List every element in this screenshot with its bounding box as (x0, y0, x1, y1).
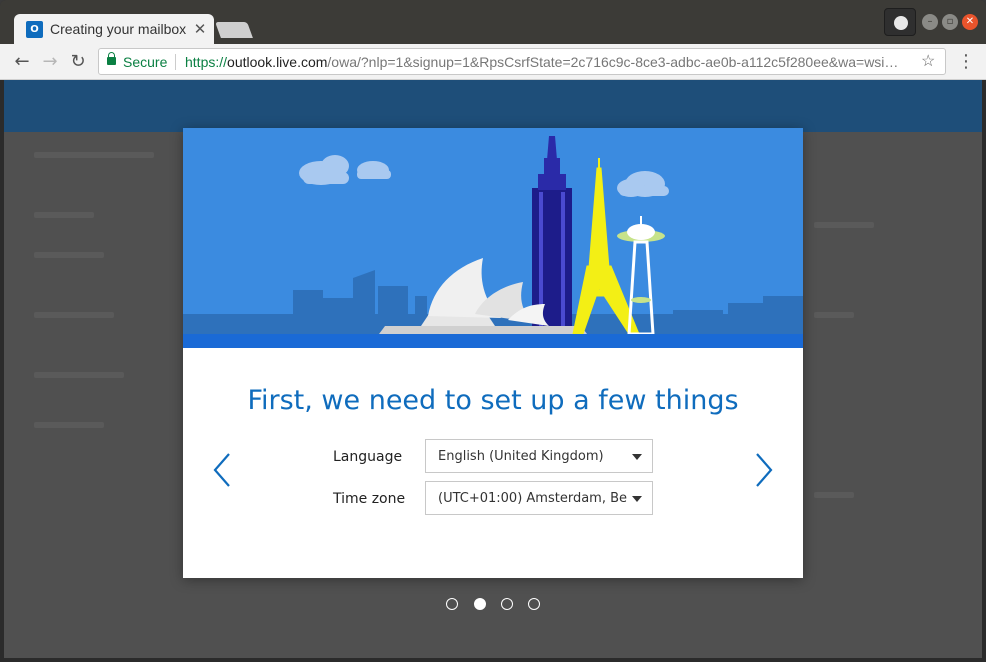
url-text: https://outlook.live.com/owa/?nlp=1&sign… (185, 54, 915, 70)
placeholder-line (814, 492, 854, 498)
placeholder-line (814, 222, 874, 228)
tab-close-icon[interactable]: ✕ (192, 20, 208, 38)
browser-window: O Creating your mailbox ✕ – ▫ ✕ ← → ↻ Se… (0, 0, 986, 662)
language-value: English (United Kingdom) (438, 449, 604, 464)
placeholder-line (34, 372, 124, 378)
outlook-favicon-icon: O (26, 21, 43, 38)
chevron-down-icon (632, 454, 642, 460)
dialog-headline: First, we need to set up a few things (247, 385, 739, 416)
profile-button[interactable] (884, 8, 916, 36)
pager-dot-3[interactable] (501, 598, 513, 610)
browser-toolbar: ← → ↻ Secure https://outlook.live.com/ow… (0, 44, 986, 80)
back-arrow-icon[interactable]: ← (10, 50, 34, 74)
setup-dialog: First, we need to set up a few things La… (183, 128, 803, 578)
language-select[interactable]: English (United Kingdom) (425, 439, 653, 473)
secure-label: Secure (123, 54, 168, 70)
timezone-label: Time zone (333, 491, 406, 507)
url-path: /owa/?nlp=1&signup=1&RpsCsrfState=2c716c… (327, 54, 899, 70)
browser-menu-icon[interactable]: ⋮ (954, 50, 978, 74)
placeholder-line (34, 252, 104, 258)
timezone-select[interactable]: (UTC+01:00) Amsterdam, Be... (425, 481, 653, 515)
url-scheme: https:// (185, 54, 228, 70)
pager-dot-1[interactable] (446, 598, 458, 610)
new-tab-button[interactable] (215, 22, 253, 38)
window-maximize-button[interactable]: ▫ (942, 14, 958, 30)
address-separator (175, 54, 176, 70)
pager-dot-2[interactable] (474, 598, 486, 610)
url-host: outlook.live.com (227, 54, 328, 70)
bookmark-star-icon[interactable]: ☆ (921, 51, 935, 71)
tab-title: Creating your mailbox (50, 21, 187, 37)
pager-dot-4[interactable] (528, 598, 540, 610)
lock-icon (107, 52, 116, 65)
window-minimize-button[interactable]: – (922, 14, 938, 30)
address-bar[interactable]: Secure https://outlook.live.com/owa/?nlp… (98, 48, 946, 75)
previous-arrow-icon[interactable] (207, 450, 237, 490)
placeholder-line (814, 312, 854, 318)
next-arrow-icon[interactable] (749, 450, 779, 490)
placeholder-line (34, 212, 94, 218)
timezone-value: (UTC+01:00) Amsterdam, Be... (438, 491, 628, 506)
window-close-button[interactable]: ✕ (962, 14, 978, 30)
person-icon (894, 16, 908, 30)
outlook-header-bar (4, 80, 982, 132)
title-bar: O Creating your mailbox ✕ – ▫ ✕ (0, 0, 986, 46)
placeholder-line (34, 152, 154, 158)
city-skyline-illustration (183, 128, 803, 348)
forward-arrow-icon[interactable]: → (38, 50, 62, 74)
chevron-down-icon (632, 496, 642, 502)
language-label: Language (333, 449, 403, 465)
placeholder-line (34, 312, 114, 318)
placeholder-line (34, 422, 104, 428)
reload-icon[interactable]: ↻ (66, 50, 90, 74)
skyline-svg (183, 136, 803, 348)
browser-tab[interactable]: O Creating your mailbox ✕ (14, 14, 214, 46)
